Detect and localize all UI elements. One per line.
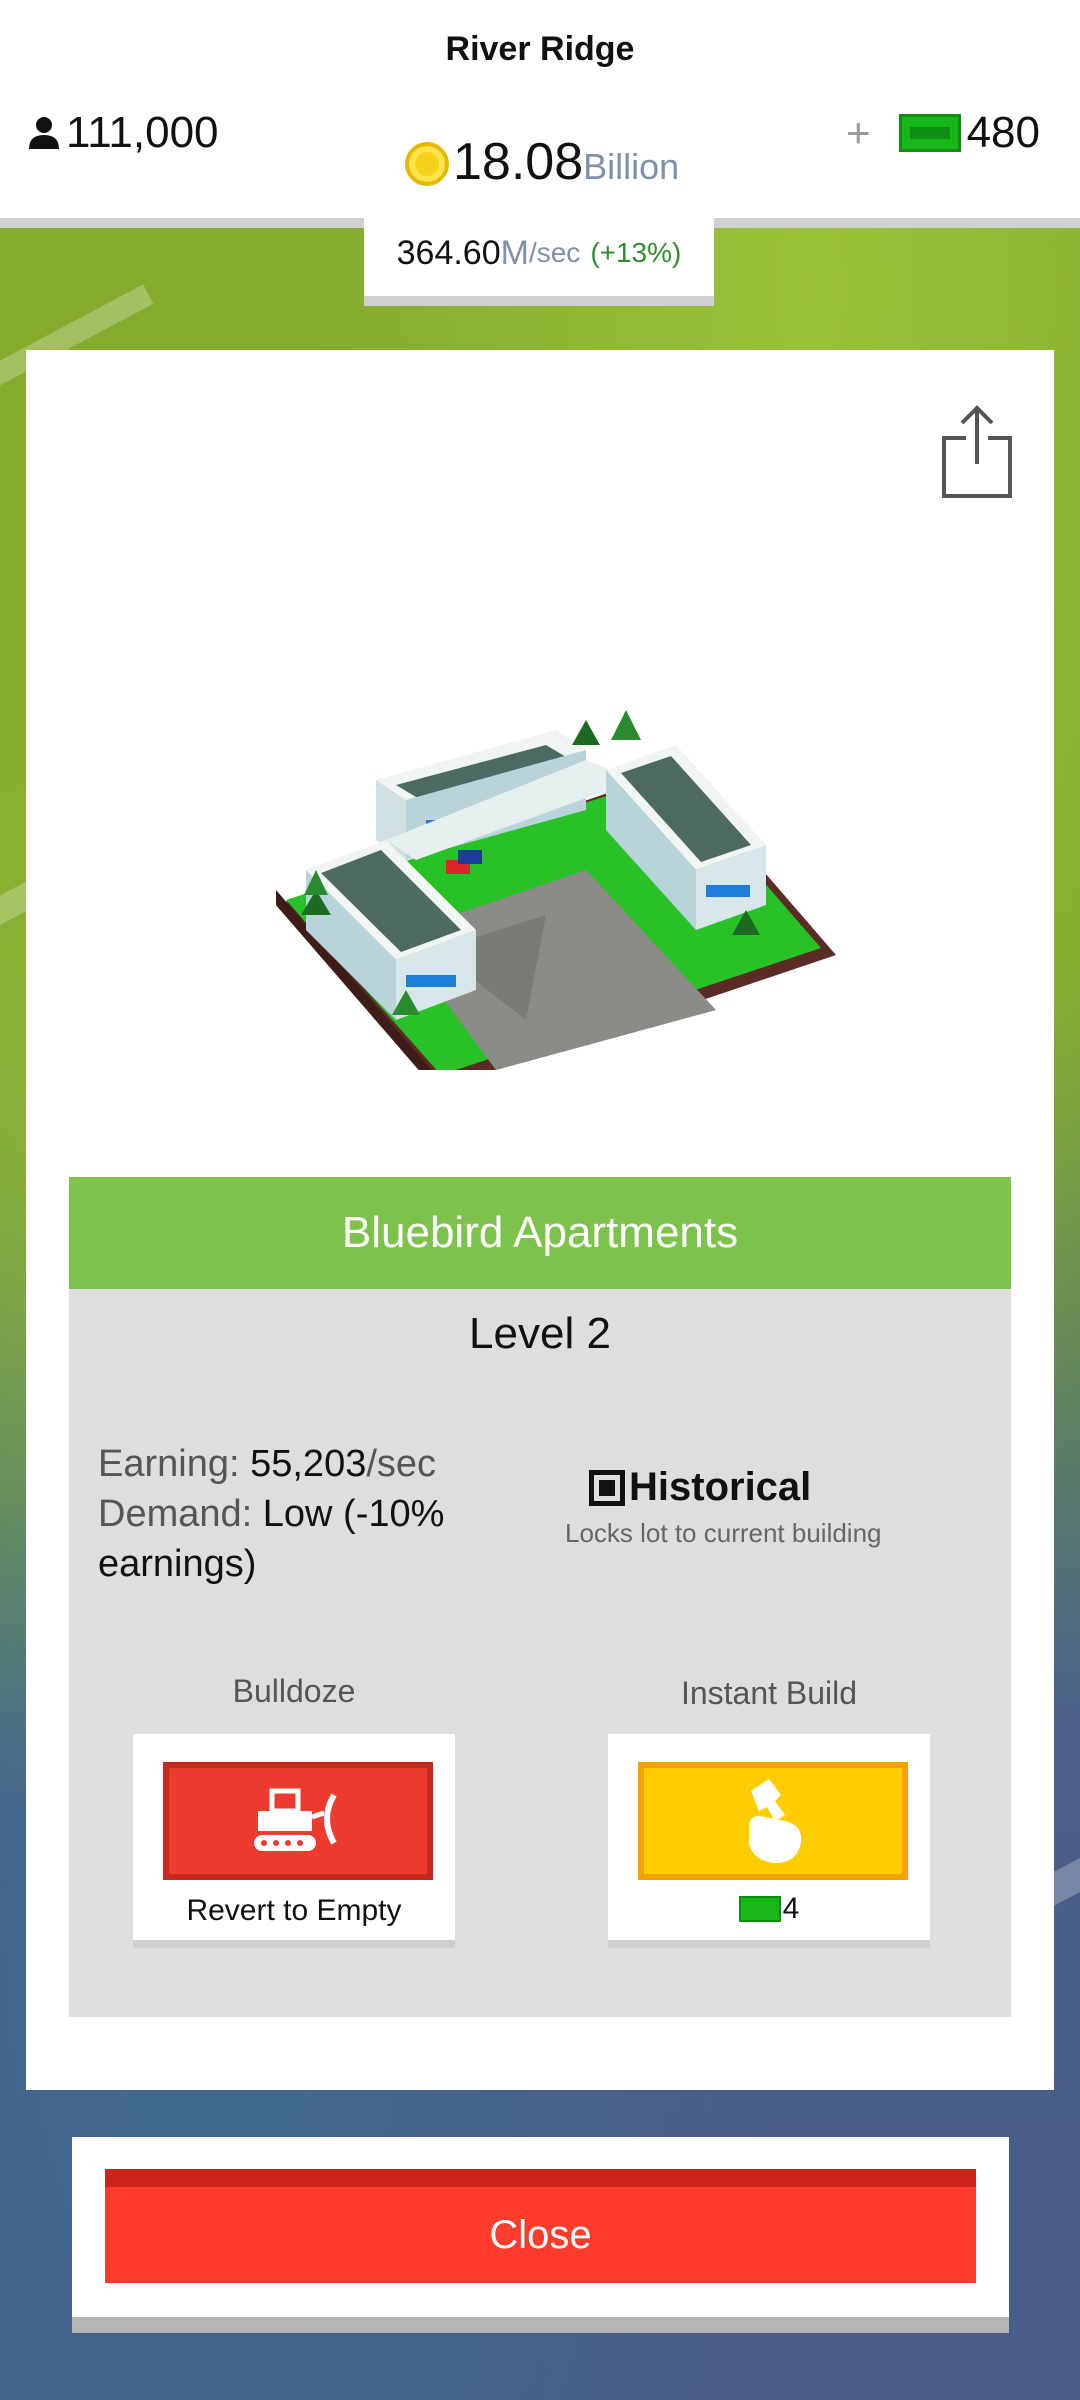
- earning-label: Earning:: [98, 1443, 240, 1485]
- earning-value: 55,203: [250, 1443, 367, 1485]
- coin-value: 18.08: [453, 133, 584, 191]
- demand-value-cont: earnings): [98, 1543, 257, 1585]
- coin-unit: Billion: [583, 146, 680, 187]
- instant-build-button[interactable]: [638, 1762, 908, 1880]
- demand-row: Demand: Low (-10%: [98, 1489, 518, 1539]
- bulldoze-label: Bulldoze: [232, 1673, 356, 1709]
- bulldoze-card[interactable]: Revert to Empty: [133, 1734, 455, 1948]
- cash-bill-icon: [738, 1896, 781, 1922]
- building-name: Bluebird Apartments: [69, 1177, 1011, 1289]
- income-rate-box: 364.60 M /sec (+13%): [364, 210, 714, 306]
- share-icon[interactable]: [940, 404, 1014, 500]
- income-rate-unit: M: [500, 233, 529, 272]
- instant-build-cost: 4: [608, 1892, 930, 1926]
- historical-label[interactable]: Historical: [629, 1465, 811, 1510]
- city-name: River Ridge: [445, 30, 635, 68]
- hammer-hand-icon: [749, 1779, 802, 1863]
- bulldoze-button[interactable]: [163, 1762, 433, 1880]
- building-details: Bluebird Apartments Level 2 Earning: 55,…: [69, 1177, 1011, 2017]
- bulldoze-caption: Revert to Empty: [186, 1894, 402, 1927]
- income-rate-per-sec: /sec: [528, 237, 581, 268]
- instant-build-label: Instant Build: [680, 1675, 858, 1711]
- historical-checkbox[interactable]: [589, 1469, 625, 1506]
- building-preview-image: [276, 710, 836, 1070]
- close-button[interactable]: Close: [105, 2169, 976, 2283]
- bulldozer-icon: [254, 1788, 337, 1851]
- close-container: Close: [72, 2137, 1009, 2333]
- building-info-panel: Bluebird Apartments Level 2 Earning: 55,…: [26, 350, 1054, 2090]
- population-value: 111,000: [66, 108, 219, 157]
- instant-build-card[interactable]: 4: [608, 1734, 930, 1948]
- cash-balance[interactable]: + 480: [846, 108, 1040, 158]
- income-rate-value: 364.60: [396, 233, 501, 272]
- historical-toggle[interactable]: Historical Locks lot to current building: [565, 1465, 969, 1549]
- earning-row: Earning: 55,203/sec: [98, 1439, 518, 1489]
- cash-bill-icon: [898, 114, 961, 152]
- top-status-bar: River Ridge 111,000 18.08 Billion + 480: [0, 0, 1080, 228]
- earning-unit: /sec: [366, 1443, 437, 1485]
- instant-build-cost-value: 4: [782, 1892, 800, 1925]
- coin-balance: 18.08 Billion: [405, 132, 679, 192]
- coin-icon: [405, 142, 449, 186]
- historical-description: Locks lot to current building: [565, 1518, 882, 1548]
- demand-value: Low (-10%: [262, 1493, 445, 1535]
- building-stats: Earning: 55,203/sec Demand: Low (-10% ea…: [98, 1439, 518, 1589]
- income-rate-change: (+13%): [590, 237, 682, 268]
- demand-label: Demand:: [98, 1493, 253, 1535]
- cash-value: 480: [966, 108, 1040, 157]
- add-cash-button[interactable]: +: [846, 109, 871, 157]
- population-counter: 111,000: [26, 108, 219, 158]
- building-level: Level 2: [469, 1309, 611, 1358]
- person-icon: [29, 117, 59, 149]
